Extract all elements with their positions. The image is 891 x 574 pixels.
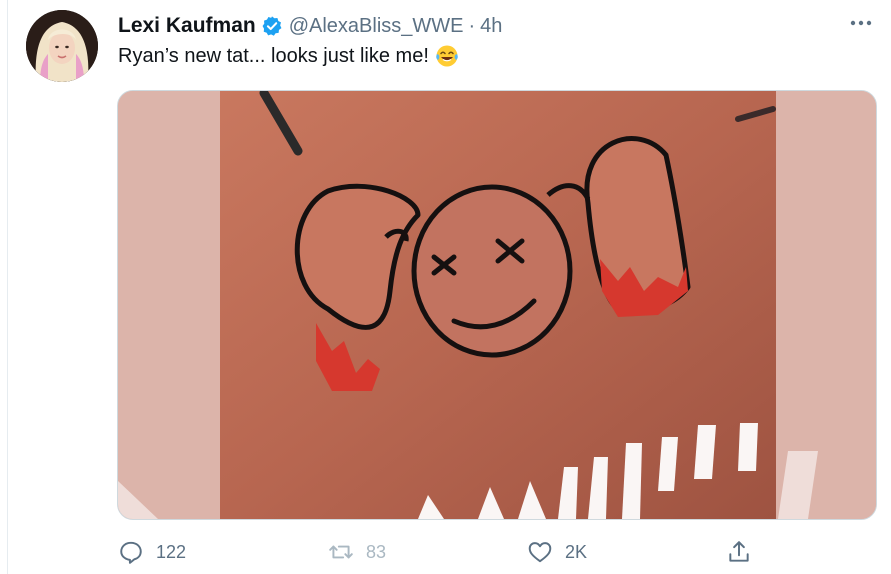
- share-button[interactable]: [726, 536, 752, 568]
- like-count: 2K: [565, 541, 588, 562]
- tweet-media-image[interactable]: [117, 90, 877, 520]
- tweet-header: Lexi Kaufman @AlexaBliss_WWE · 4h: [118, 11, 502, 41]
- retweet-button[interactable]: 83: [328, 536, 386, 568]
- heart-icon: [528, 542, 552, 563]
- more-options-icon[interactable]: [848, 15, 874, 31]
- verified-badge-icon: [262, 16, 282, 36]
- like-button[interactable]: 2K: [527, 536, 587, 568]
- timeline-divider: [7, 0, 8, 574]
- timestamp[interactable]: 4h: [480, 15, 502, 38]
- user-handle[interactable]: @AlexaBliss_WWE: [289, 15, 464, 38]
- tweet-action-bar: 122 83 2K: [0, 536, 891, 568]
- retweet-count: 83: [366, 541, 387, 562]
- share-icon: [729, 541, 749, 562]
- tweet-body: Ryan’s new tat... looks just like me!: [118, 44, 429, 67]
- reply-button[interactable]: 122: [118, 536, 186, 568]
- retweet-icon: [329, 545, 353, 559]
- display-name[interactable]: Lexi Kaufman: [118, 14, 256, 38]
- laughing-tears-emoji-icon: [436, 45, 458, 67]
- reply-count: 122: [156, 541, 187, 562]
- reply-icon: [120, 541, 142, 564]
- separator-dot: ·: [468, 14, 476, 37]
- avatar[interactable]: [26, 10, 98, 82]
- tweet-text: Ryan’s new tat... looks just like me!: [118, 44, 459, 68]
